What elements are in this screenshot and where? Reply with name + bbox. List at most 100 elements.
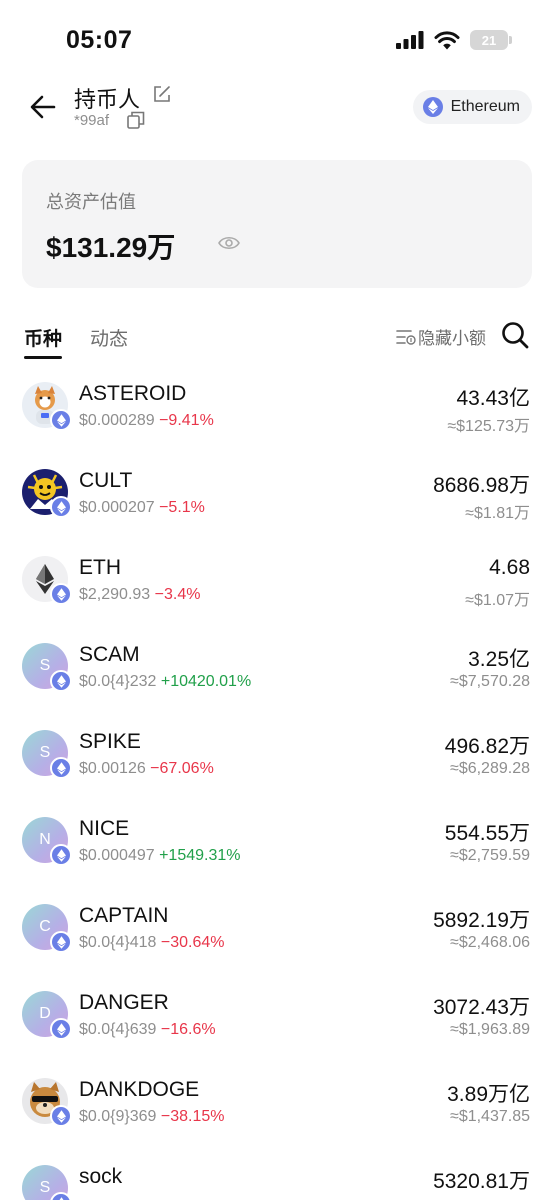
tab-bar: 币种 动态 隐藏小额	[0, 318, 554, 368]
token-avatar-letter: S	[39, 744, 51, 761]
total-assets-value: $131.29万	[46, 232, 176, 263]
total-assets-card: 总资产估值 $131.29万	[22, 160, 532, 288]
token-avatar	[22, 556, 72, 605]
token-price-line: $0.0{4}639 −16.6%	[79, 1021, 216, 1039]
token-price: $2,290.93	[79, 586, 151, 603]
token-change: −3.4%	[150, 586, 201, 603]
token-avatar-letter: D	[39, 1005, 51, 1022]
token-price: $0.0{4}232	[79, 673, 157, 690]
token-price: $0.000289	[79, 412, 155, 429]
battery-level: 21	[481, 32, 497, 48]
ethereum-badge-icon	[50, 409, 72, 431]
token-price-line: $0.00126 −67.06%	[79, 760, 214, 778]
token-avatar-letter: S	[39, 657, 51, 674]
tab-tokens[interactable]: 币种	[24, 324, 62, 351]
token-symbol: SPIKE	[79, 730, 141, 753]
token-change: +10420.01%	[156, 673, 252, 690]
token-change: −5.1%	[154, 499, 205, 516]
wifi-icon	[434, 30, 460, 49]
token-symbol: CULT	[79, 469, 133, 492]
ethereum-badge-icon	[50, 1105, 72, 1127]
battery-icon: 21	[470, 30, 512, 50]
token-change: −16.6%	[156, 1021, 216, 1038]
ethereum-badge-icon	[50, 583, 72, 605]
token-price: $0.000497	[79, 847, 155, 864]
token-amount: 554.55万	[444, 822, 530, 845]
token-fiat-value: ≈$1,437.85	[450, 1108, 530, 1125]
ethereum-badge-icon	[50, 496, 72, 518]
token-amount: 8686.98万	[433, 474, 530, 497]
token-fiat-value: ≈$2,759.59	[450, 847, 530, 864]
token-fiat-value: ≈$1.07万	[465, 592, 530, 609]
token-price: $0.00126	[79, 760, 146, 777]
ethereum-badge-icon	[50, 1018, 72, 1040]
filter-list-icon	[396, 329, 416, 345]
token-row[interactable]: ETH $2,290.93 −3.4% 4.68 ≈$1.07万	[0, 542, 554, 629]
hide-small-label: 隐藏小额	[418, 329, 486, 348]
token-amount: 5320.81万	[433, 1170, 530, 1193]
token-avatar-letter: S	[39, 1179, 51, 1196]
ethereum-badge-icon	[50, 757, 72, 779]
token-row[interactable]: DANKDOGE $0.0{9}369 −38.15% 3.89万亿 ≈$1,437.…	[0, 1064, 554, 1151]
token-price-line: $0.0{4}418 −30.64%	[79, 934, 224, 952]
wallet-header: 持币人 *99af Ethereum	[0, 78, 554, 138]
tab-activity[interactable]: 动态	[90, 324, 128, 351]
ethereum-icon	[422, 97, 443, 117]
token-amount: 3.25亿	[468, 648, 530, 671]
token-avatar: N	[22, 817, 72, 866]
token-fiat-value: ≈$2,468.06	[450, 934, 530, 951]
token-row[interactable]: Ssock 5320.81万	[0, 1151, 554, 1200]
token-fiat-value: ≈$125.73万	[447, 418, 530, 435]
token-change: −38.15%	[156, 1108, 225, 1125]
copy-icon[interactable]	[126, 110, 146, 130]
hide-small-toggle[interactable]: 隐藏小额	[396, 324, 486, 349]
token-amount: 5892.19万	[433, 909, 530, 932]
token-symbol: DANGER	[79, 991, 169, 1014]
edit-icon[interactable]	[152, 84, 172, 104]
token-row[interactable]: ASTEROID $0.000289 −9.41% 43.43亿 ≈$125.73万	[0, 368, 554, 455]
token-avatar: S	[22, 643, 72, 692]
token-price-line: $0.000289 −9.41%	[79, 412, 214, 430]
token-fiat-value: ≈$1,963.89	[450, 1021, 530, 1038]
token-change: −30.64%	[156, 934, 225, 951]
token-avatar-letter: N	[39, 831, 51, 848]
token-change: −9.41%	[154, 412, 214, 429]
ethereum-badge-icon	[50, 844, 72, 866]
token-price-line: $0.0{4}232 +10420.01%	[79, 673, 251, 691]
back-arrow-icon[interactable]	[28, 92, 58, 122]
token-price: $0.0{9}369	[79, 1108, 157, 1125]
token-amount: 43.43亿	[456, 387, 530, 410]
chain-label: Ethereum	[450, 98, 520, 115]
token-symbol: sock	[79, 1165, 123, 1188]
token-row[interactable]: S SCAM $0.0{4}232 +10420.01% 3.25亿 ≈$7,570.2…	[0, 629, 554, 716]
ethereum-badge-icon	[50, 931, 72, 953]
token-amount: 3.89万亿	[447, 1083, 530, 1106]
token-price-line: $0.000497 +1549.31%	[79, 847, 241, 865]
status-time: 05:07	[66, 26, 133, 54]
search-icon[interactable]	[500, 320, 530, 350]
token-avatar-letter: C	[39, 918, 51, 935]
token-fiat-value: ≈$7,570.28	[450, 673, 530, 690]
token-row[interactable]: C CAPTAIN $0.0{4}418 −30.64% 5892.19万 ≈$2,46…	[0, 890, 554, 977]
token-avatar: S	[22, 1165, 72, 1200]
token-price-line: $2,290.93 −3.4%	[79, 586, 200, 604]
token-price: $0.0{4}639	[79, 1021, 157, 1038]
token-avatar	[22, 469, 72, 518]
token-price: $0.0{4}418	[79, 934, 157, 951]
tab-active-indicator	[24, 356, 62, 359]
token-avatar	[22, 1078, 72, 1127]
token-row[interactable]: N NICE $0.000497 +1549.31% 554.55万 ≈$2,759.5…	[0, 803, 554, 890]
token-avatar: S	[22, 730, 72, 779]
token-row[interactable]: D DANGER $0.0{4}639 −16.6% 3072.43万 ≈$1,963.…	[0, 977, 554, 1064]
token-symbol: NICE	[79, 817, 130, 840]
token-avatar	[22, 382, 72, 431]
token-change: −67.06%	[145, 760, 214, 777]
token-price-line: $0.000207 −5.1%	[79, 499, 205, 517]
token-symbol: SCAM	[79, 643, 140, 666]
eye-icon[interactable]	[218, 234, 240, 252]
chain-selector[interactable]: Ethereum	[412, 90, 532, 124]
token-amount: 3072.43万	[433, 996, 530, 1019]
token-row[interactable]: S SPIKE $0.00126 −67.06% 496.82万 ≈$6,289.28	[0, 716, 554, 803]
token-row[interactable]: CULT $0.000207 −5.1% 8686.98万 ≈$1.81万	[0, 455, 554, 542]
ethereum-badge-icon	[50, 670, 72, 692]
